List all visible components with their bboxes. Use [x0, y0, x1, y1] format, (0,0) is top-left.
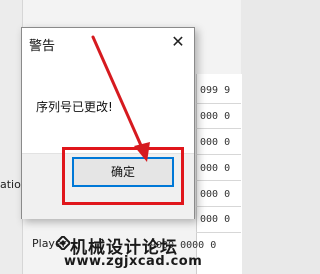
watermark-url: www.zgjxcad.com	[64, 254, 203, 269]
forum-logo-icon	[56, 236, 70, 250]
